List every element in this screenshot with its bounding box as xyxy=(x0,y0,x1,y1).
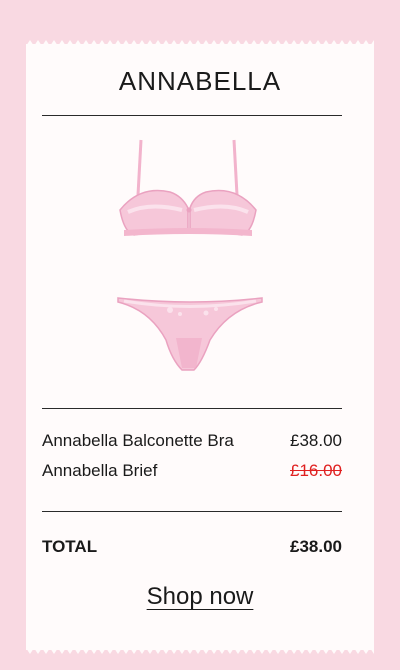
line-item-name: Annabella Brief xyxy=(42,461,158,480)
zigzag-top-edge xyxy=(26,40,374,46)
shop-now-link[interactable]: Shop now xyxy=(147,583,254,610)
line-item-name: Annabella Balconette Bra xyxy=(42,431,234,450)
shop-now-cta: Shop now xyxy=(0,583,400,611)
total-value: £38.00 xyxy=(290,537,342,556)
line-item: Annabella Brief £16.00 xyxy=(42,461,342,481)
collection-title: ANNABELLA xyxy=(118,66,282,96)
divider-bottom xyxy=(42,511,342,512)
total-row: TOTAL £38.00 xyxy=(42,537,342,557)
zigzag-bottom-edge xyxy=(26,648,374,654)
product-image[interactable] xyxy=(110,130,270,385)
divider-top xyxy=(42,115,342,116)
line-item: Annabella Balconette Bra £38.00 xyxy=(42,431,342,451)
email-frame: ANNABELLA Annabella Balconette Bra £38.0… xyxy=(0,0,400,670)
total-label: TOTAL xyxy=(42,537,98,556)
line-item-price: £38.00 xyxy=(290,431,342,450)
divider-middle xyxy=(42,408,342,409)
line-item-price-strikethrough: £16.00 xyxy=(290,461,342,480)
